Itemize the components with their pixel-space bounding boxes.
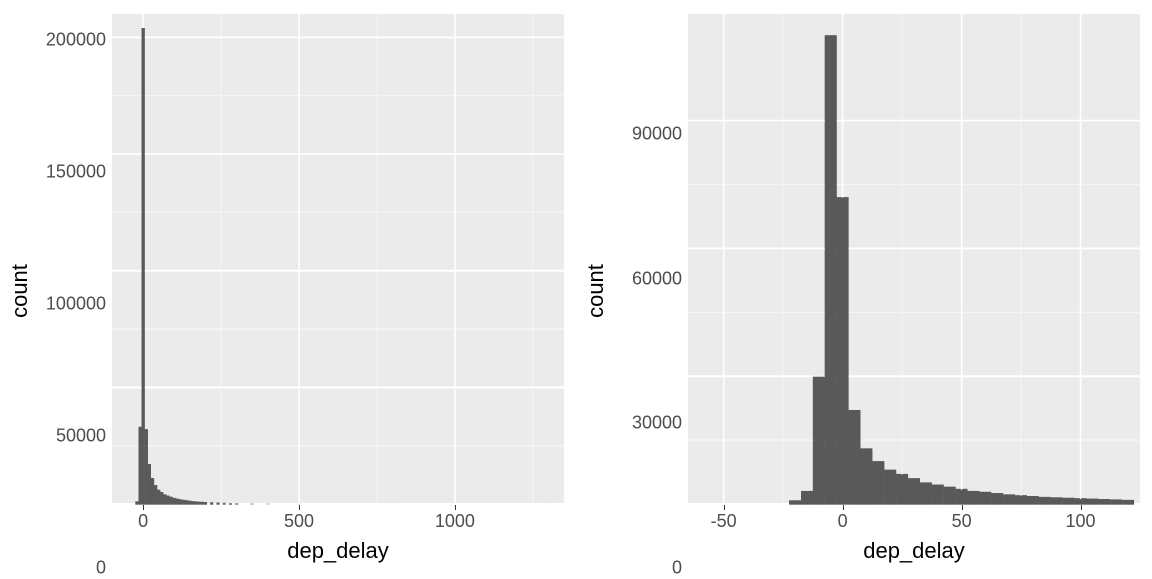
x-tick: 100	[1065, 511, 1095, 532]
y-tick: 0	[672, 558, 682, 579]
y-tick: 90000	[632, 124, 682, 145]
x-tick: 500	[284, 511, 314, 532]
plot-area	[112, 14, 564, 505]
y-tick: 0	[96, 558, 106, 579]
chart-panel-left: count 050000100000150000200000 05001000 …	[0, 0, 576, 576]
y-tick: 100000	[46, 294, 106, 315]
chart-panel-right: count 0 30000 60000 90000 -50 0 50 100 dep_del…	[576, 0, 1152, 576]
y-axis-ticks: 0300006000090000	[610, 14, 688, 568]
y-axis-ticks: 050000100000150000200000	[34, 14, 112, 568]
x-tick: -50	[711, 511, 737, 532]
y-tick: 150000	[46, 162, 106, 183]
figure: count 050000100000150000200000 05001000 …	[0, 0, 1152, 576]
y-tick: 200000	[46, 30, 106, 51]
plot-area	[688, 14, 1140, 505]
x-axis-ticks: -50 0 50 100	[688, 505, 1140, 539]
x-axis-label: dep_delay	[112, 538, 564, 568]
y-axis-label: count	[582, 14, 610, 568]
y-axis-label: count	[6, 14, 34, 568]
x-tick: 1000	[435, 511, 475, 532]
x-tick: 0	[138, 511, 148, 532]
x-axis-label: dep_delay	[688, 538, 1140, 568]
x-axis-ticks: 0 500 1000	[112, 505, 564, 539]
x-tick: 50	[952, 511, 972, 532]
x-tick: 0	[838, 511, 848, 532]
y-tick: 50000	[56, 426, 106, 447]
y-tick: 60000	[632, 268, 682, 289]
y-tick: 30000	[632, 413, 682, 434]
